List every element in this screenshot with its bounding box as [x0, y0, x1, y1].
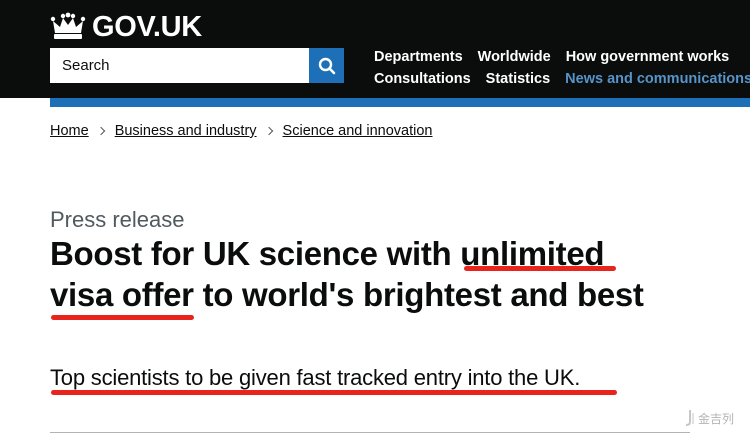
breadcrumb-business-and-industry[interactable]: Business and industry	[115, 123, 257, 139]
govuk-logo-link[interactable]: GOV.UK	[50, 10, 202, 44]
title-highlight-visa-offer: visa offer	[50, 276, 194, 313]
breadcrumb-science-and-innovation[interactable]: Science and innovation	[283, 123, 433, 139]
main-navigation: Departments Worldwide How government wor…	[374, 46, 750, 90]
nav-row-1: Departments Worldwide How government wor…	[374, 46, 750, 68]
title-part-1: Boost for UK science with	[50, 235, 461, 272]
nav-link-how-government-works[interactable]: How government works	[566, 49, 730, 65]
search-input[interactable]	[50, 48, 309, 83]
nav-row-2: Consultations Statistics News and commun…	[374, 68, 750, 90]
nav-link-consultations[interactable]: Consultations	[374, 71, 471, 87]
search-form	[50, 48, 344, 83]
watermark-text: 金吉列	[698, 411, 735, 426]
nav-link-news-and-communications[interactable]: News and communications	[565, 71, 750, 87]
nav-link-departments[interactable]: Departments	[374, 49, 463, 65]
crown-icon	[50, 12, 86, 39]
nav-link-statistics[interactable]: Statistics	[486, 71, 550, 87]
annotation-underline-unlimited	[464, 266, 616, 271]
breadcrumb-home[interactable]: Home	[50, 123, 89, 139]
nav-link-worldwide[interactable]: Worldwide	[478, 49, 551, 65]
lead-paragraph: Top scientists to be given fast tracked …	[50, 365, 581, 390]
breadcrumb: Home Business and industry Science and i…	[50, 123, 433, 139]
site-header: GOV.UK Departments Worldwide How governm…	[0, 0, 750, 98]
title-part-2: to world's brightest and best	[193, 276, 644, 313]
annotation-underline-visa-offer	[51, 315, 194, 320]
watermark: 金吉列	[684, 409, 734, 427]
logo-text: GOV.UK	[92, 10, 202, 43]
watermark-logo-icon	[685, 410, 694, 426]
chevron-right-icon	[96, 126, 105, 136]
content-divider	[50, 432, 690, 433]
search-button[interactable]	[309, 48, 344, 83]
header-blue-bar	[50, 98, 750, 107]
annotation-underline-lead	[51, 390, 617, 395]
search-icon	[318, 57, 335, 74]
chevron-right-icon	[264, 126, 273, 136]
page-title: Boost for UK science with unlimited visa …	[50, 233, 740, 315]
page-caption: Press release	[50, 207, 185, 232]
